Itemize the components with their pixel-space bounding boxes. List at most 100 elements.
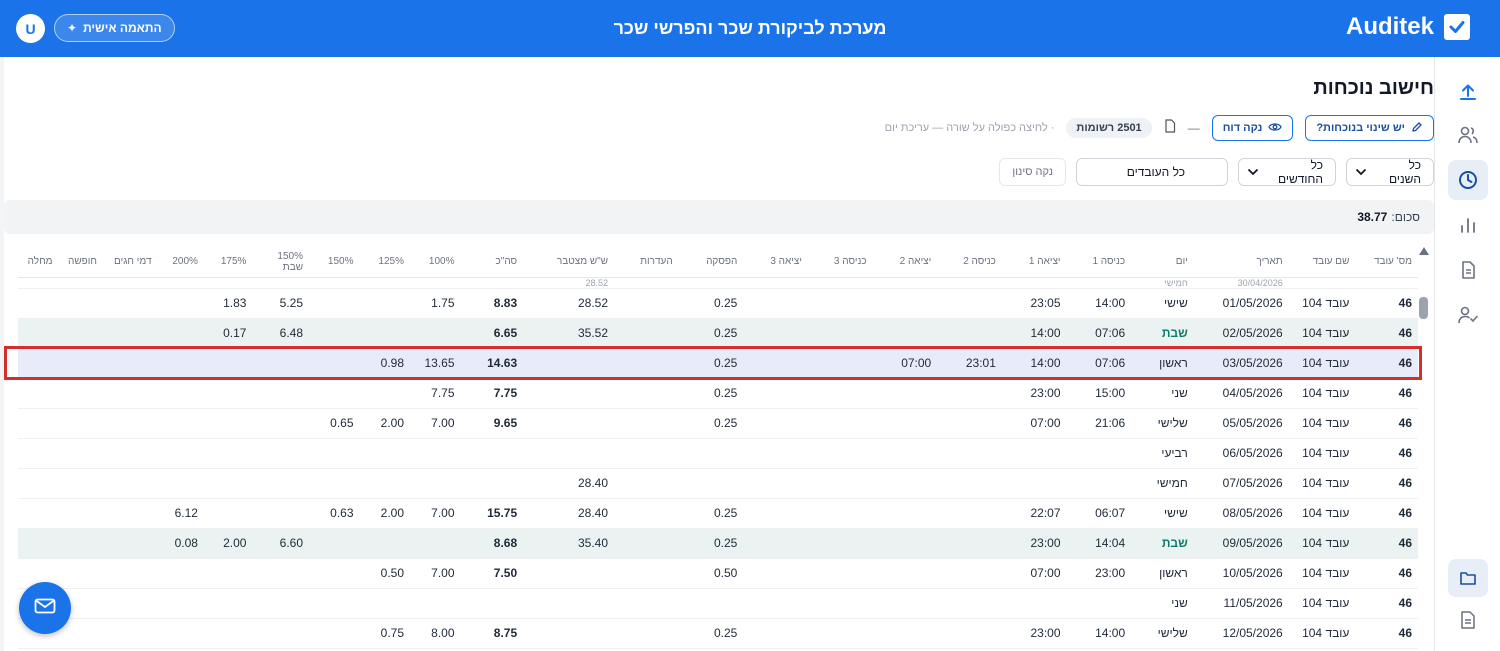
years-select[interactable]: כל השנים (1346, 158, 1434, 186)
document-icon[interactable] (1448, 250, 1488, 290)
message-button[interactable] (19, 582, 71, 634)
column-header[interactable]: תאריך (1193, 247, 1289, 278)
column-header[interactable]: יום (1131, 247, 1194, 278)
table-cell (157, 408, 204, 439)
side-nav (1434, 57, 1500, 651)
table-cell (359, 588, 410, 619)
employees-select[interactable]: כל העובדים (1076, 158, 1228, 186)
table-scrollbar[interactable] (1417, 247, 1429, 651)
personalize-button[interactable]: התאמה אישית ✦ (54, 14, 175, 42)
table-cell: שבת (1131, 318, 1194, 349)
column-header[interactable]: הפסקה (678, 247, 744, 278)
file-icon[interactable] (1448, 600, 1488, 640)
upload-icon[interactable] (1448, 72, 1488, 112)
edit-hint: · לחיצה כפולה על שורה — עריכת יום (884, 122, 1055, 134)
table-cell (523, 558, 615, 589)
user-check-icon[interactable] (1448, 295, 1488, 335)
table-cell: 7.75 (460, 378, 524, 409)
column-header[interactable]: סה"כ (460, 247, 524, 278)
column-header[interactable]: 125% (359, 247, 410, 278)
table-cell: 23:01 (937, 348, 1002, 379)
column-header[interactable]: יציאה 1 (1001, 247, 1067, 278)
column-header[interactable]: דמי חגים (102, 247, 158, 278)
table-cell (743, 498, 808, 529)
table-cell (102, 318, 158, 349)
column-header[interactable]: 175% (203, 247, 253, 278)
table-row[interactable]: 46 עובד 104 10/05/2026 ראשון 23:00 07:00 0.50 7… (18, 558, 1418, 589)
clear-filter-button[interactable]: נקה סינון (999, 158, 1066, 186)
table-cell (523, 588, 615, 619)
column-header[interactable]: שם עובד (1288, 247, 1356, 278)
table-cell: 0.50 (359, 558, 410, 589)
table-cell: 28.40 (523, 498, 615, 529)
column-header[interactable]: העדרות (614, 247, 679, 278)
table-cell (203, 618, 253, 649)
years-select-value: כל השנים (1388, 158, 1421, 186)
table-cell: 0.25 (678, 288, 744, 319)
table-cell (460, 438, 524, 469)
table-cell (872, 277, 938, 289)
table-cell: 46 (1355, 468, 1418, 499)
table-cell (872, 618, 938, 649)
table-row[interactable]: 46 עובד 104 12/05/2026 שלישי 14:00 23:00 0.25 8… (18, 618, 1418, 649)
table-cell (203, 498, 253, 529)
column-header[interactable]: יציאה 3 (743, 247, 808, 278)
bar-chart-icon[interactable] (1448, 205, 1488, 245)
scroll-thumb[interactable] (1419, 297, 1428, 319)
folder-icon[interactable] (1448, 559, 1488, 597)
table-cell: 12/05/2026 (1193, 618, 1289, 649)
table-cell (102, 288, 158, 319)
table-cell (614, 288, 679, 319)
user-avatar[interactable]: U (16, 14, 45, 43)
column-header[interactable]: ש"ש מצטבר (523, 247, 615, 278)
attendance-change-label: יש שינוי בנוכחות? (1316, 122, 1405, 134)
table-cell (157, 318, 204, 349)
clean-report-button[interactable]: נקה דוח (1211, 115, 1294, 141)
table-row-partial[interactable]: 30/04/2026 חמישי 28.52 (18, 277, 1418, 289)
table-cell (18, 318, 59, 349)
table-cell (872, 408, 938, 439)
column-header[interactable]: יציאה 2 (872, 247, 938, 278)
column-header[interactable]: מס' עובד (1355, 247, 1418, 278)
table-row[interactable]: 46 עובד 104 05/05/2026 שלישי 21:06 07:00 0.25 9… (18, 408, 1418, 439)
column-header[interactable]: חופשה (58, 247, 103, 278)
table-row[interactable]: 46 עובד 104 04/05/2026 שני 15:00 23:00 0.25 7.7… (18, 378, 1418, 409)
page-title: חישוב נוכחות (1313, 77, 1434, 99)
column-header[interactable]: מחלה (18, 247, 59, 278)
employees-select-value: כל העובדים (1126, 165, 1185, 179)
column-header[interactable]: 150% (309, 247, 360, 278)
table-cell (1001, 468, 1067, 499)
table-cell (58, 528, 103, 559)
column-header[interactable]: כניסה 2 (937, 247, 1002, 278)
table-row[interactable]: 46 עובד 104 07/05/2026 חמישי 28.40 (18, 468, 1418, 499)
scroll-up-arrow-icon[interactable] (1419, 247, 1429, 255)
table-row[interactable]: 46 עובד 104 03/05/2026 ראשון 07:06 14:00 23:01… (18, 348, 1418, 379)
table-row[interactable]: 46 עובד 104 08/05/2026 שישי 06:07 22:07 0.25 28… (18, 498, 1418, 529)
column-header[interactable]: 100% (410, 247, 461, 278)
table-cell (410, 318, 461, 349)
table-row[interactable]: 46 עובד 104 11/05/2026 שני (18, 588, 1418, 619)
table-cell: 0.25 (678, 378, 744, 409)
table-cell (1288, 277, 1356, 289)
table-cell (309, 277, 360, 289)
table-cell (157, 378, 204, 409)
column-header[interactable]: 200% (157, 247, 204, 278)
table-cell (937, 288, 1002, 319)
column-header[interactable]: כניסה 1 (1066, 247, 1132, 278)
table-cell: שבת (1131, 528, 1194, 559)
table-cell (309, 348, 360, 379)
table-row[interactable]: 46 עובד 104 09/05/2026 שבת 14:04 23:00 0.25 35.… (18, 528, 1418, 559)
users-icon[interactable] (1448, 115, 1488, 155)
table-row[interactable]: 46 עובד 104 06/05/2026 רביעי (18, 438, 1418, 469)
table-cell (410, 277, 461, 289)
column-header[interactable]: כניסה 3 (807, 247, 873, 278)
months-select[interactable]: כל החודשים (1238, 158, 1336, 186)
clock-icon[interactable] (1448, 160, 1488, 200)
total-label: סכום: (1391, 210, 1420, 224)
attendance-change-button[interactable]: יש שינוי בנוכחות? (1305, 115, 1434, 141)
column-header[interactable]: 150% שבת (252, 247, 309, 278)
table-row[interactable]: 46 עובד 104 01/05/2026 שישי 14:00 23:05 0.25 28… (18, 288, 1418, 319)
table-row[interactable]: 46 עובד 104 02/05/2026 שבת 07:06 14:00 0.25 35.… (18, 318, 1418, 349)
table-cell: 7.75 (410, 378, 461, 409)
table-cell (614, 468, 679, 499)
